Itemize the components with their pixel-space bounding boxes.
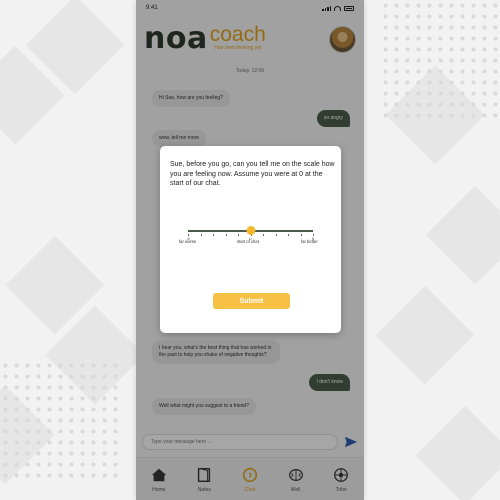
scale-mid-label: start of chat	[237, 239, 259, 244]
scale-tick	[213, 234, 214, 236]
scale-tick	[288, 234, 289, 236]
scale-low-label: far worse	[179, 239, 197, 244]
scale-high-label: far better	[301, 239, 318, 244]
slider-thumb[interactable]	[246, 226, 255, 235]
scale-tick	[300, 234, 302, 236]
scale-tick	[200, 234, 202, 236]
scale-tick	[275, 234, 277, 236]
feeling-scale-dialog: Sue, before you go, can you tell me on t…	[160, 146, 341, 333]
scale-tick	[263, 234, 264, 236]
scale-tick	[225, 234, 227, 236]
scale-tick	[238, 234, 239, 236]
dialog-prompt: Sue, before you go, can you tell me on t…	[170, 161, 335, 187]
submit-button[interactable]: Submit	[213, 293, 290, 309]
